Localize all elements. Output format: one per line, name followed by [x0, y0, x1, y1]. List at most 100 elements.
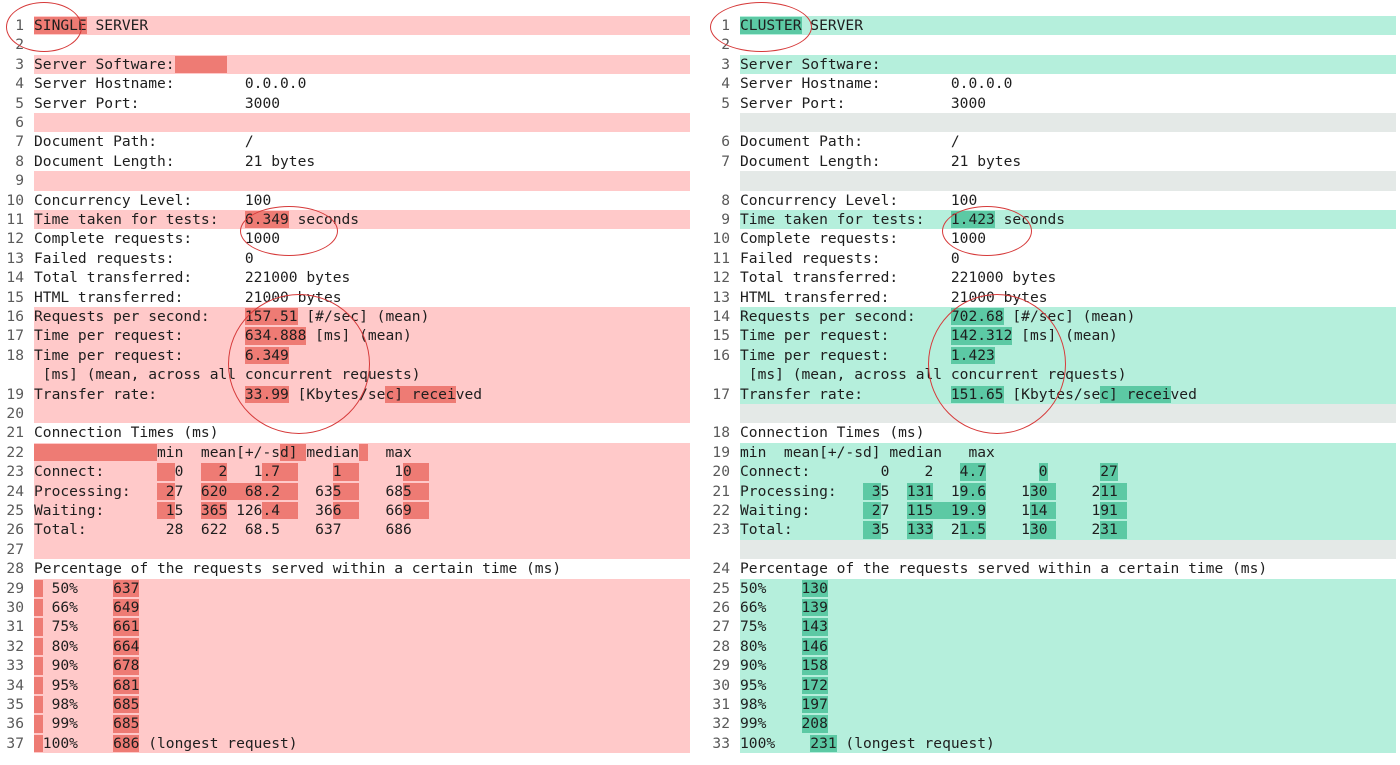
line-text: Connection Times (ms) [740, 424, 925, 442]
line-text: 95% 681 [34, 676, 140, 694]
line-text: [ms] (mean, across all concurrent reques… [740, 366, 1127, 384]
line-number: 28 [712, 637, 730, 655]
diff-line-highlight [740, 598, 1396, 618]
line-number: 32 [6, 637, 24, 655]
diff-pane-right-cluster-server: 1 CLUSTER SERVER 2 3 Server Software: 4 Server… [706, 2, 1396, 762]
diff-line-highlight [740, 617, 1396, 637]
log-line: 20 Connect: 0 2 4.7 0 27 [706, 462, 1396, 482]
line-text: Complete requests: 1000 [740, 230, 987, 248]
line-text: Document Path: / [34, 133, 254, 151]
diff-gap-highlight [740, 539, 1396, 560]
log-line: 29 90% 158 [706, 656, 1396, 676]
line-number: 11 [6, 211, 24, 228]
line-text: 99% 685 [34, 715, 140, 733]
line-text: 90% 158 [740, 657, 828, 675]
line-text: Waiting: 27 115 19.9 114 191 [740, 502, 1118, 519]
line-number: 7 [721, 152, 730, 170]
log-line: 10 Concurrency Level: 100 [0, 191, 690, 210]
line-text: 75% 143 [740, 618, 828, 636]
diff-gap-highlight [740, 113, 1396, 133]
log-line: 29 50% 637 [0, 578, 690, 598]
line-number: 16 [6, 308, 24, 325]
log-line: 33 100% 231 (longest request) [706, 733, 1396, 754]
log-line: 37 100% 686 (longest request) [0, 733, 690, 754]
log-line: 21 Processing: 35 131 19.6 130 211 [706, 481, 1396, 501]
line-text: [ms] (mean, across all concurrent reques… [34, 366, 421, 384]
log-line: 24 Processing: 27 620 68.2 635 685 [0, 481, 690, 501]
line-number: 37 [6, 734, 24, 752]
line-text: Transfer rate: 33.99 [Kbytes/sec] receiv… [34, 385, 483, 403]
line-text: Total: 35 133 21.5 130 231 [740, 521, 1118, 539]
line-number: 25 [712, 579, 730, 597]
line-text: 66% 139 [740, 599, 828, 616]
line-number: 31 [6, 618, 24, 636]
line-number: 27 [6, 540, 24, 558]
line-text: Document Path: / [740, 133, 960, 151]
log-line: 12 Complete requests: 1000 [0, 229, 690, 248]
line-text: Document Length: 21 bytes [740, 152, 1022, 170]
log-line: 28 80% 146 [706, 636, 1396, 657]
line-text: 66% 649 [34, 599, 140, 616]
log-line: 3 Server Software: [0, 54, 690, 75]
line-text: min mean[+/-sd] median max [34, 443, 412, 461]
log-line: 14 Total transferred: 221000 bytes [0, 268, 690, 287]
log-line: 1 CLUSTER SERVER [706, 16, 1396, 36]
line-text: Failed requests: 0 [34, 249, 254, 267]
line-number: 33 [6, 657, 24, 675]
line-number: 22 [6, 443, 24, 461]
line-number: 8 [15, 152, 24, 170]
blank-line: 2 [0, 35, 690, 54]
line-number: 26 [712, 599, 730, 616]
line-text: 95% 172 [740, 676, 828, 694]
log-line: 28 Percentage of the requests served with… [0, 559, 690, 578]
line-number: 6 [15, 114, 24, 131]
blank-line: 9 [0, 171, 690, 191]
log-line: 15 Time per request: 142.312 [ms] (mean) [706, 326, 1396, 346]
line-text: Concurrency Level: 100 [34, 191, 272, 209]
line-number: 23 [712, 521, 730, 539]
line-number: 27 [712, 618, 730, 636]
line-number: 29 [712, 657, 730, 675]
line-text: Complete requests: 1000 [34, 230, 281, 248]
line-text: 50% 130 [740, 579, 828, 597]
log-line: [ms] (mean, across all concurrent reques… [0, 365, 690, 385]
log-line: 8 Concurrency Level: 100 [706, 191, 1396, 210]
line-number: 13 [712, 288, 730, 306]
line-text: Time per request: 142.312 [ms] (mean) [740, 327, 1118, 345]
line-number: 24 [6, 482, 24, 500]
inline-change-highlight [174, 55, 228, 74]
log-line: 25 50% 130 [706, 578, 1396, 598]
line-text: Server Software: [34, 55, 175, 73]
line-text: SINGLE SERVER [34, 17, 149, 34]
line-number: 19 [712, 443, 730, 461]
line-text: Time taken for tests: 1.423 seconds [740, 211, 1066, 228]
blank-line: 20 [0, 404, 690, 424]
log-line: 30 66% 649 [0, 598, 690, 618]
log-line: 36 99% 685 [0, 714, 690, 734]
log-line: 6 Document Path: / [706, 132, 1396, 151]
line-number: 9 [15, 172, 24, 190]
line-text: Processing: 27 620 68.2 635 685 [34, 482, 412, 500]
line-text: Requests per second: 157.51 [#/sec] (mea… [34, 308, 430, 325]
log-line: 11 Time taken for tests: 6.349 seconds [0, 210, 690, 230]
log-line: 21 Connection Times (ms) [0, 423, 690, 442]
line-number: 16 [712, 346, 730, 364]
line-number: 12 [6, 230, 24, 248]
line-number: 13 [6, 249, 24, 267]
line-number: 6 [721, 133, 730, 151]
log-line: 13 Failed requests: 0 [0, 249, 690, 268]
line-text: 80% 664 [34, 637, 140, 655]
diff-line-highlight [34, 404, 690, 424]
line-text: 99% 208 [740, 715, 828, 733]
log-line: 30 95% 172 [706, 675, 1396, 695]
line-number: 21 [712, 482, 730, 500]
line-number: 10 [712, 230, 730, 248]
line-text: Failed requests: 0 [740, 249, 960, 267]
blank-line [706, 539, 1396, 560]
line-text: 75% 661 [34, 618, 140, 636]
diff-line-highlight [740, 675, 1396, 695]
line-number: 36 [6, 715, 24, 733]
log-line: 18 Connection Times (ms) [706, 423, 1396, 442]
log-line: 19 Transfer rate: 33.99 [Kbytes/sec] rece… [0, 384, 690, 404]
line-number: 17 [712, 385, 730, 403]
